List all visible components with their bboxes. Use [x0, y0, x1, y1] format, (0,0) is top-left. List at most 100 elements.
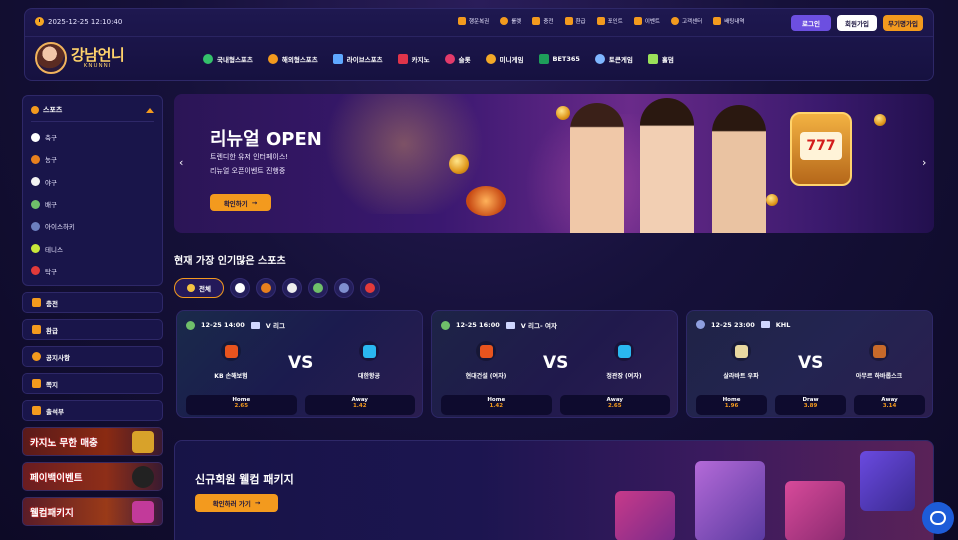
- odds-row: Home 1.96 Draw 3.89 Away 3.14: [696, 395, 925, 415]
- nav-token-game[interactable]: 토큰게임: [594, 54, 633, 64]
- sidebar-item-tabletennis[interactable]: 탁구: [31, 260, 154, 282]
- model-figure: [570, 103, 624, 233]
- match-header: 12-25 23:00 KHL: [696, 320, 790, 329]
- volleyball-icon: [186, 320, 195, 330]
- chevron-up-icon[interactable]: [146, 107, 154, 113]
- lottery-icon: [458, 17, 466, 25]
- filter-basketball[interactable]: [256, 278, 276, 298]
- roulette-icon: [132, 466, 154, 488]
- sidebar-withdraw-button[interactable]: 환급: [22, 319, 163, 340]
- odds-home-button[interactable]: Home 1.42: [441, 395, 552, 415]
- top-link-points[interactable]: 포인트: [596, 17, 623, 25]
- ping-pong-icon: [365, 283, 375, 293]
- sidebar-item-icehockey[interactable]: 아이스하키: [31, 215, 154, 237]
- promo-payback-event[interactable]: 페이백이벤트: [22, 462, 163, 491]
- top-link-roulette[interactable]: 룰렛: [500, 17, 521, 25]
- filter-soccer[interactable]: [230, 278, 250, 298]
- banner-confirm-button[interactable]: 확인하기 →: [210, 194, 271, 211]
- welcome-package-banner[interactable]: 신규회원 웰컴 패키지 확인하러 가기 →: [174, 440, 934, 540]
- nav-live-sports[interactable]: 라이브스포츠: [332, 54, 383, 64]
- gift-box-icon: [860, 451, 915, 511]
- odds-away-button[interactable]: Away 3.14: [854, 395, 925, 415]
- sidebar-attendance-button[interactable]: 출석부: [22, 400, 163, 421]
- nav-domestic-sports[interactable]: 국내형스포츠: [203, 54, 253, 64]
- withdraw-icon: [564, 17, 573, 25]
- top-links: 행운복권 룰렛 충전 환급 포인트 이벤트 고객센터 배팅내역: [458, 17, 745, 25]
- slot-reels: 777: [800, 132, 842, 160]
- promo-casino-recharge[interactable]: 카지노 무한 매충: [22, 427, 163, 456]
- top-link-withdraw[interactable]: 환급: [564, 17, 586, 25]
- match-header: 12-25 14:00 V 리그: [186, 320, 285, 330]
- sidebar-item-baseball[interactable]: 야구: [31, 171, 154, 193]
- odds-away-button[interactable]: Away 1.42: [304, 395, 415, 415]
- hockey-puck-icon: [696, 320, 705, 329]
- roulette-icon: [500, 17, 509, 25]
- anonymous-signup-button[interactable]: 무기명가입: [883, 15, 923, 31]
- top-link-events[interactable]: 이벤트: [633, 17, 660, 25]
- league-icon: [250, 321, 260, 329]
- banner-next-arrow[interactable]: ›: [922, 156, 926, 169]
- soccer-ball-icon: [235, 283, 245, 293]
- match-card[interactable]: 12-25 23:00 KHL 살라바트 우파 VS 아무르 하바롭스크 Hom…: [686, 310, 933, 418]
- sports-menu-header[interactable]: 스포츠: [31, 102, 154, 118]
- chat-button[interactable]: [922, 502, 954, 534]
- chip-icon: [466, 186, 506, 216]
- top-link-deposit[interactable]: 충전: [532, 17, 554, 25]
- nav-overseas-sports[interactable]: 해외형스포츠: [267, 54, 318, 64]
- filter-all[interactable]: 전체: [174, 278, 224, 298]
- baseball-icon: [31, 177, 40, 187]
- league-icon: [760, 321, 770, 328]
- filter-tabletennis[interactable]: [360, 278, 380, 298]
- sidebar-item-soccer[interactable]: 축구: [31, 126, 154, 148]
- arrow-right-icon: →: [254, 499, 261, 507]
- sports-icon: [31, 106, 39, 114]
- match-cards: 12-25 14:00 V 리그 KB 손해보험 VS 대한항공 Home 2.6…: [176, 310, 933, 418]
- login-button[interactable]: 로그인: [791, 15, 831, 31]
- top-link-bet-history[interactable]: 배팅내역: [713, 17, 745, 25]
- datetime-text: 2025-12-25 12:10:40: [48, 17, 123, 26]
- top-link-lottery[interactable]: 행운복권: [458, 17, 489, 25]
- soccer-ball-icon: [203, 54, 213, 64]
- vs-label: VS: [543, 353, 569, 373]
- filter-volleyball[interactable]: [308, 278, 328, 298]
- signup-button[interactable]: 회원가입: [837, 15, 877, 31]
- sidebar-notice-button[interactable]: 공지사항: [22, 346, 163, 367]
- basketball-icon: [267, 54, 278, 64]
- soccer-ball-icon: [31, 132, 40, 142]
- welcome-check-button[interactable]: 확인하러 가기 →: [195, 494, 278, 512]
- match-card[interactable]: 12-25 14:00 V 리그 KB 손해보험 VS 대한항공 Home 2.6…: [176, 310, 423, 418]
- promo-welcome-package[interactable]: 웰컴패키지: [22, 497, 163, 526]
- site-logo[interactable]: 강남언니 KNUNNI: [35, 42, 125, 74]
- banner-prev-arrow[interactable]: ‹: [179, 156, 183, 169]
- sidebar-item-basketball[interactable]: 농구: [31, 148, 154, 170]
- nav-holdem[interactable]: 홀덤: [647, 54, 674, 64]
- sidebar-deposit-button[interactable]: 충전: [22, 292, 163, 313]
- nav-bet365[interactable]: BET365: [538, 54, 580, 64]
- filter-icehockey[interactable]: [334, 278, 354, 298]
- points-icon: [596, 17, 605, 25]
- sidebar-item-tennis[interactable]: 테니스: [31, 237, 154, 259]
- odds-away-button[interactable]: Away 2.65: [559, 395, 670, 415]
- logo-avatar: [35, 42, 67, 74]
- sidebar-item-volleyball[interactable]: 배구: [31, 193, 154, 215]
- odds-home-button[interactable]: Home 2.65: [186, 395, 297, 415]
- nav-casino[interactable]: 카지노: [397, 54, 430, 64]
- odds-home-button[interactable]: Home 1.96: [696, 395, 767, 415]
- baseball-icon: [287, 283, 297, 293]
- team-logo-icon: [614, 341, 634, 361]
- team-logo-icon: [359, 341, 379, 361]
- nav-slot[interactable]: 슬롯: [444, 54, 471, 64]
- hero-banner[interactable]: ‹ › 리뉴얼 OPEN 트렌디한 유저 인터페이스! 리뉴얼 오픈이벤트 진행…: [174, 94, 934, 233]
- banner-line-2: 리뉴얼 오픈이벤트 진행중: [210, 167, 286, 175]
- team-logo-icon: [476, 341, 496, 361]
- nav-mini-game[interactable]: 미니게임: [485, 54, 524, 64]
- away-team: 아무르 하바롭스크: [844, 341, 914, 380]
- sport-filter-bar: 전체: [174, 278, 380, 298]
- sidebar-message-button[interactable]: 쪽지: [22, 373, 163, 394]
- match-card[interactable]: 12-25 16:00 V 리그- 여자 현대건설 (여자) VS 정관장 (여…: [431, 310, 678, 418]
- gift-box-icon: [132, 501, 154, 523]
- top-link-support[interactable]: 고객센터: [671, 17, 702, 25]
- odds-draw-button[interactable]: Draw 3.89: [775, 395, 846, 415]
- filter-baseball[interactable]: [282, 278, 302, 298]
- site-header: 2025-12-25 12:10:40 행운복권 룰렛 충전 환급 포인트 이벤…: [24, 8, 934, 81]
